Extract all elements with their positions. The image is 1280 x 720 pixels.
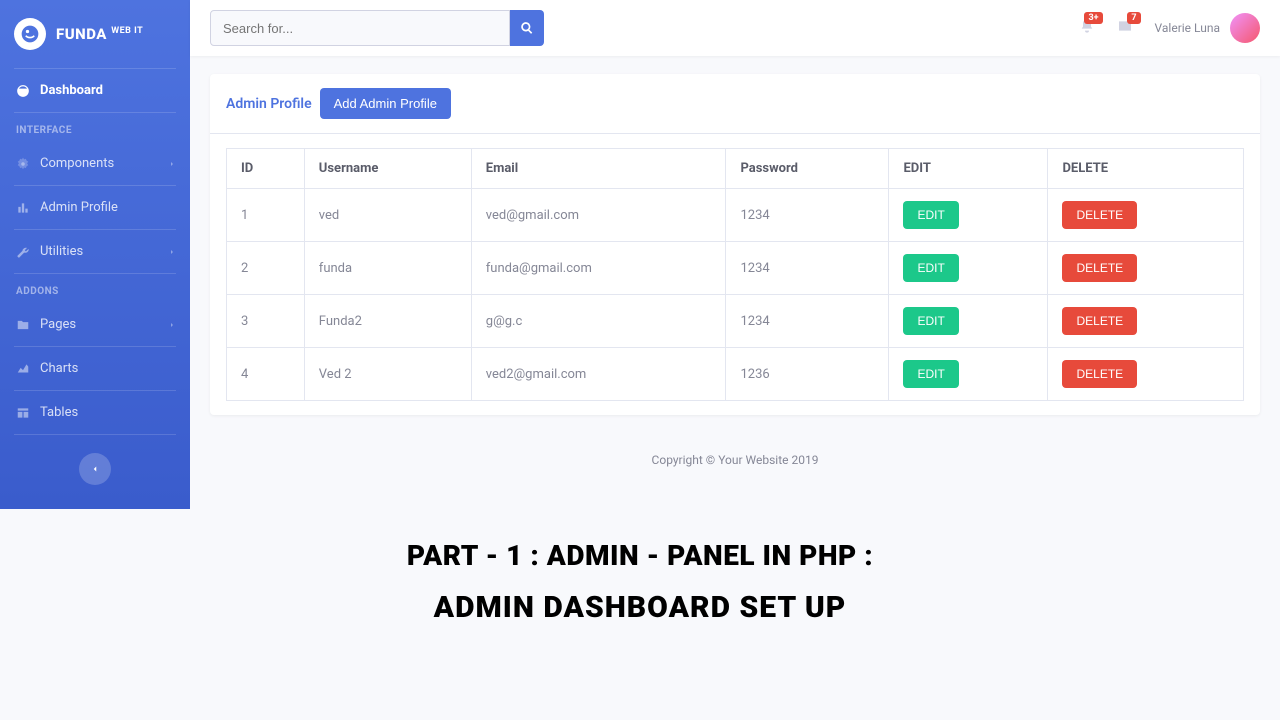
heading-interface: INTERFACE [0, 113, 190, 142]
nav-pages[interactable]: Pages [0, 303, 190, 346]
table-header: ID [227, 149, 305, 189]
avatar [1230, 13, 1260, 43]
nav-dashboard[interactable]: Dashboard [0, 69, 190, 112]
nav-utilities[interactable]: Utilities [0, 230, 190, 273]
chevron-right-icon [168, 248, 176, 256]
search-button[interactable] [510, 10, 544, 46]
nav-components[interactable]: Components [0, 142, 190, 185]
admin-profile-card: Admin Profile Add Admin Profile IDUserna… [210, 74, 1260, 415]
card-title: Admin Profile [226, 96, 312, 112]
mail-badge: 7 [1127, 12, 1140, 24]
wrench-icon [16, 245, 30, 259]
collapse-sidebar-button[interactable] [79, 453, 111, 485]
table-row: 3Funda2g@g.c1234EDITDELETE [227, 295, 1244, 348]
chart-area-icon [16, 362, 30, 376]
chart-icon [16, 201, 30, 215]
table-icon [16, 406, 30, 420]
table-row: 4Ved 2ved2@gmail.com1236EDITDELETE [227, 348, 1244, 401]
chevron-right-icon [168, 321, 176, 329]
table-row: 2fundafunda@gmail.com1234EDITDELETE [227, 242, 1244, 295]
user-menu[interactable]: Valerie Luna [1155, 13, 1260, 43]
notifications-button[interactable]: 3+ [1079, 18, 1095, 38]
heading-addons: ADDONS [0, 274, 190, 303]
add-admin-button[interactable]: Add Admin Profile [320, 88, 451, 119]
caption-line-2: ADMIN DASHBOARD SET UP [0, 590, 1280, 625]
brand-name: FUNDA WEB IT [56, 25, 143, 43]
edit-button[interactable]: EDIT [903, 360, 958, 388]
chevron-left-icon [90, 464, 100, 474]
folder-icon [16, 318, 30, 332]
admin-table: IDUsernameEmailPasswordEDITDELETE 1vedve… [226, 148, 1244, 401]
table-header: Email [471, 149, 726, 189]
table-header: EDIT [889, 149, 1048, 189]
footer-text: Copyright © Your Website 2019 [190, 433, 1280, 487]
chevron-right-icon [168, 160, 176, 168]
nav-charts[interactable]: Charts [0, 347, 190, 390]
topbar: 3+ 7 Valerie Luna [190, 0, 1280, 56]
sidebar: FUNDA WEB IT Dashboard INTERFACE Compone… [0, 0, 190, 509]
edit-button[interactable]: EDIT [903, 201, 958, 229]
brand-icon [14, 18, 46, 50]
dashboard-icon [16, 84, 30, 98]
caption-line-1: PART - 1 : ADMIN - PANEL IN PHP : [0, 539, 1280, 572]
edit-button[interactable]: EDIT [903, 254, 958, 282]
caption: PART - 1 : ADMIN - PANEL IN PHP : ADMIN … [0, 539, 1280, 625]
table-header: Password [726, 149, 889, 189]
user-name: Valerie Luna [1155, 21, 1220, 35]
delete-button[interactable]: DELETE [1062, 201, 1137, 229]
gear-icon [16, 157, 30, 171]
bell-badge: 3+ [1084, 12, 1102, 24]
edit-button[interactable]: EDIT [903, 307, 958, 335]
table-header: Username [304, 149, 471, 189]
table-header: DELETE [1048, 149, 1244, 189]
nav-tables[interactable]: Tables [0, 391, 190, 434]
search-input[interactable] [210, 10, 510, 46]
delete-button[interactable]: DELETE [1062, 254, 1137, 282]
search-icon [520, 21, 534, 35]
nav-admin-profile[interactable]: Admin Profile [0, 186, 190, 229]
delete-button[interactable]: DELETE [1062, 360, 1137, 388]
delete-button[interactable]: DELETE [1062, 307, 1137, 335]
brand[interactable]: FUNDA WEB IT [0, 0, 190, 68]
messages-button[interactable]: 7 [1117, 18, 1133, 38]
table-row: 1vedved@gmail.com1234EDITDELETE [227, 189, 1244, 242]
